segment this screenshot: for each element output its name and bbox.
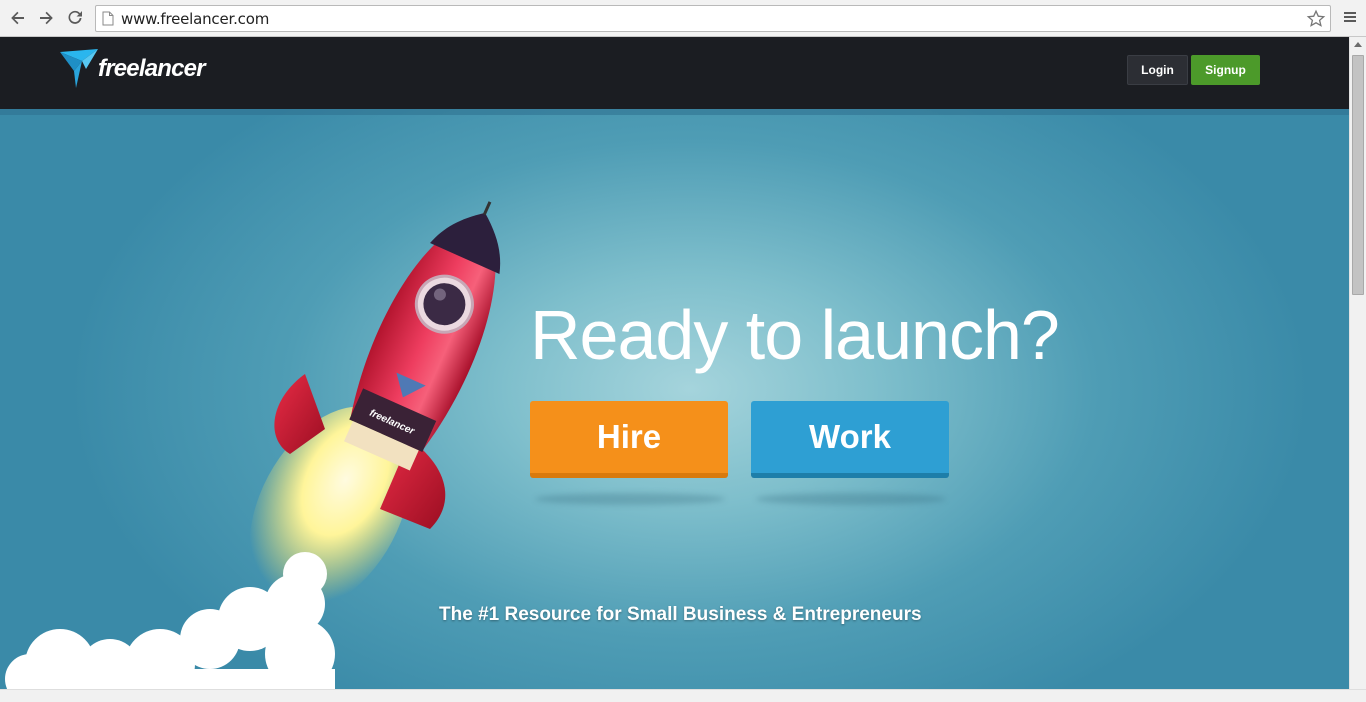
work-button[interactable]: Work [751, 401, 949, 478]
scrollbar-thumb[interactable] [1352, 55, 1364, 295]
browser-toolbar: www.freelancer.com [0, 0, 1366, 37]
hero-tagline: The #1 Resource for Small Business & Ent… [439, 604, 922, 625]
rocket-illustration: freelancer [5, 201, 501, 689]
forward-icon[interactable] [36, 8, 56, 28]
signup-button[interactable]: Signup [1191, 55, 1260, 85]
hero-headline: Ready to launch? [530, 296, 1060, 374]
rocket-body: freelancer [343, 201, 501, 471]
hire-button[interactable]: Hire [530, 401, 728, 478]
vertical-scrollbar[interactable] [1349, 37, 1366, 689]
hero-section: freelancer Ready to launch? Hire Work Th… [0, 109, 1349, 689]
logo-text: freelancer [98, 55, 206, 82]
horizontal-scrollbar[interactable] [0, 689, 1366, 702]
address-bar[interactable]: www.freelancer.com [95, 5, 1331, 32]
freelancer-logo[interactable]: freelancer [60, 49, 230, 89]
star-icon[interactable] [1306, 9, 1326, 29]
reload-icon[interactable] [65, 8, 85, 28]
login-button[interactable]: Login [1127, 55, 1188, 85]
scroll-up-arrow-icon[interactable] [1350, 37, 1366, 53]
smoke-clouds [5, 552, 335, 689]
url-text: www.freelancer.com [121, 10, 270, 28]
menu-icon[interactable] [1342, 9, 1358, 25]
bird-logo-icon [60, 49, 98, 88]
hire-button-shadow [535, 493, 725, 505]
page-icon [102, 11, 114, 26]
back-icon[interactable] [8, 8, 28, 28]
work-button-shadow [756, 493, 946, 505]
site-header: freelancer Login Signup [0, 37, 1349, 109]
